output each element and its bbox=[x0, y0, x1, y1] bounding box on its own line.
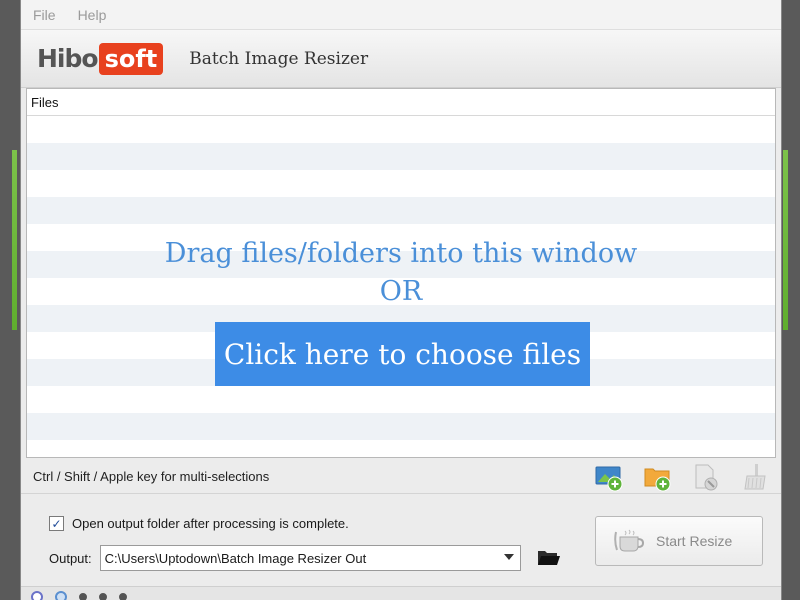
start-resize-label: Start Resize bbox=[656, 533, 733, 549]
options-area: ✓ Open output folder after processing is… bbox=[21, 496, 781, 586]
logo-soft-text: soft bbox=[98, 42, 164, 75]
app-title: Batch Image Resizer bbox=[189, 48, 369, 69]
check-mark-icon: ✓ bbox=[51, 516, 62, 531]
settings-icon[interactable] bbox=[119, 593, 127, 600]
status-bar bbox=[21, 586, 781, 600]
logo-hibo-text: Hibo bbox=[37, 44, 99, 73]
add-image-icon[interactable] bbox=[595, 462, 625, 492]
output-path-select[interactable]: C:\Users\Uptodown\Batch Image Resizer Ou… bbox=[99, 545, 521, 571]
files-column-header[interactable]: Files bbox=[27, 89, 775, 116]
open-folder-label: Open output folder after processing is c… bbox=[72, 516, 349, 531]
status-icons bbox=[31, 591, 127, 600]
browse-folder-icon[interactable] bbox=[537, 547, 561, 569]
app-window: File Help Hibo soft Batch Image Resizer … bbox=[20, 0, 782, 600]
output-path-value: C:\Users\Uptodown\Batch Image Resizer Ou… bbox=[104, 550, 367, 566]
multi-selection-hint: Ctrl / Shift / Apple key for multi-selec… bbox=[33, 469, 270, 484]
hibosoft-logo: Hibo soft bbox=[37, 42, 164, 76]
desktop-glow-right bbox=[783, 150, 788, 330]
menu-file[interactable]: File bbox=[33, 7, 56, 23]
drop-or-text: OR bbox=[379, 276, 423, 307]
open-folder-checkbox[interactable]: ✓ bbox=[49, 516, 64, 531]
chevron-down-icon[interactable] bbox=[503, 554, 514, 560]
clear-list-icon[interactable] bbox=[739, 462, 769, 492]
coffee-cup-icon bbox=[614, 529, 645, 552]
file-list-panel[interactable]: Files Drag files/folders into this windo… bbox=[26, 88, 776, 458]
twitter-icon[interactable] bbox=[99, 593, 107, 600]
start-resize-button[interactable]: Start Resize bbox=[595, 516, 763, 566]
web-icon[interactable] bbox=[55, 591, 67, 600]
drop-instruction: Drag files/folders into this window bbox=[164, 238, 638, 269]
choose-files-button[interactable]: Click here to choose files bbox=[215, 322, 590, 386]
help-icon[interactable] bbox=[31, 591, 43, 600]
app-header: Hibo soft Batch Image Resizer bbox=[21, 30, 781, 88]
remove-file-icon[interactable] bbox=[691, 462, 721, 492]
files-column-label: Files bbox=[31, 94, 59, 110]
menu-help[interactable]: Help bbox=[78, 7, 107, 23]
menu-bar: File Help bbox=[21, 0, 781, 30]
desktop-glow-left bbox=[12, 150, 17, 330]
output-row: Output: C:\Users\Uptodown\Batch Image Re… bbox=[49, 545, 561, 571]
file-list-area[interactable]: Drag files/folders into this window OR C… bbox=[27, 116, 775, 457]
add-folder-icon[interactable] bbox=[643, 462, 673, 492]
user-icon[interactable] bbox=[79, 593, 87, 600]
file-toolbar bbox=[595, 462, 769, 492]
output-label: Output: bbox=[49, 550, 92, 566]
open-folder-option[interactable]: ✓ Open output folder after processing is… bbox=[49, 516, 349, 531]
